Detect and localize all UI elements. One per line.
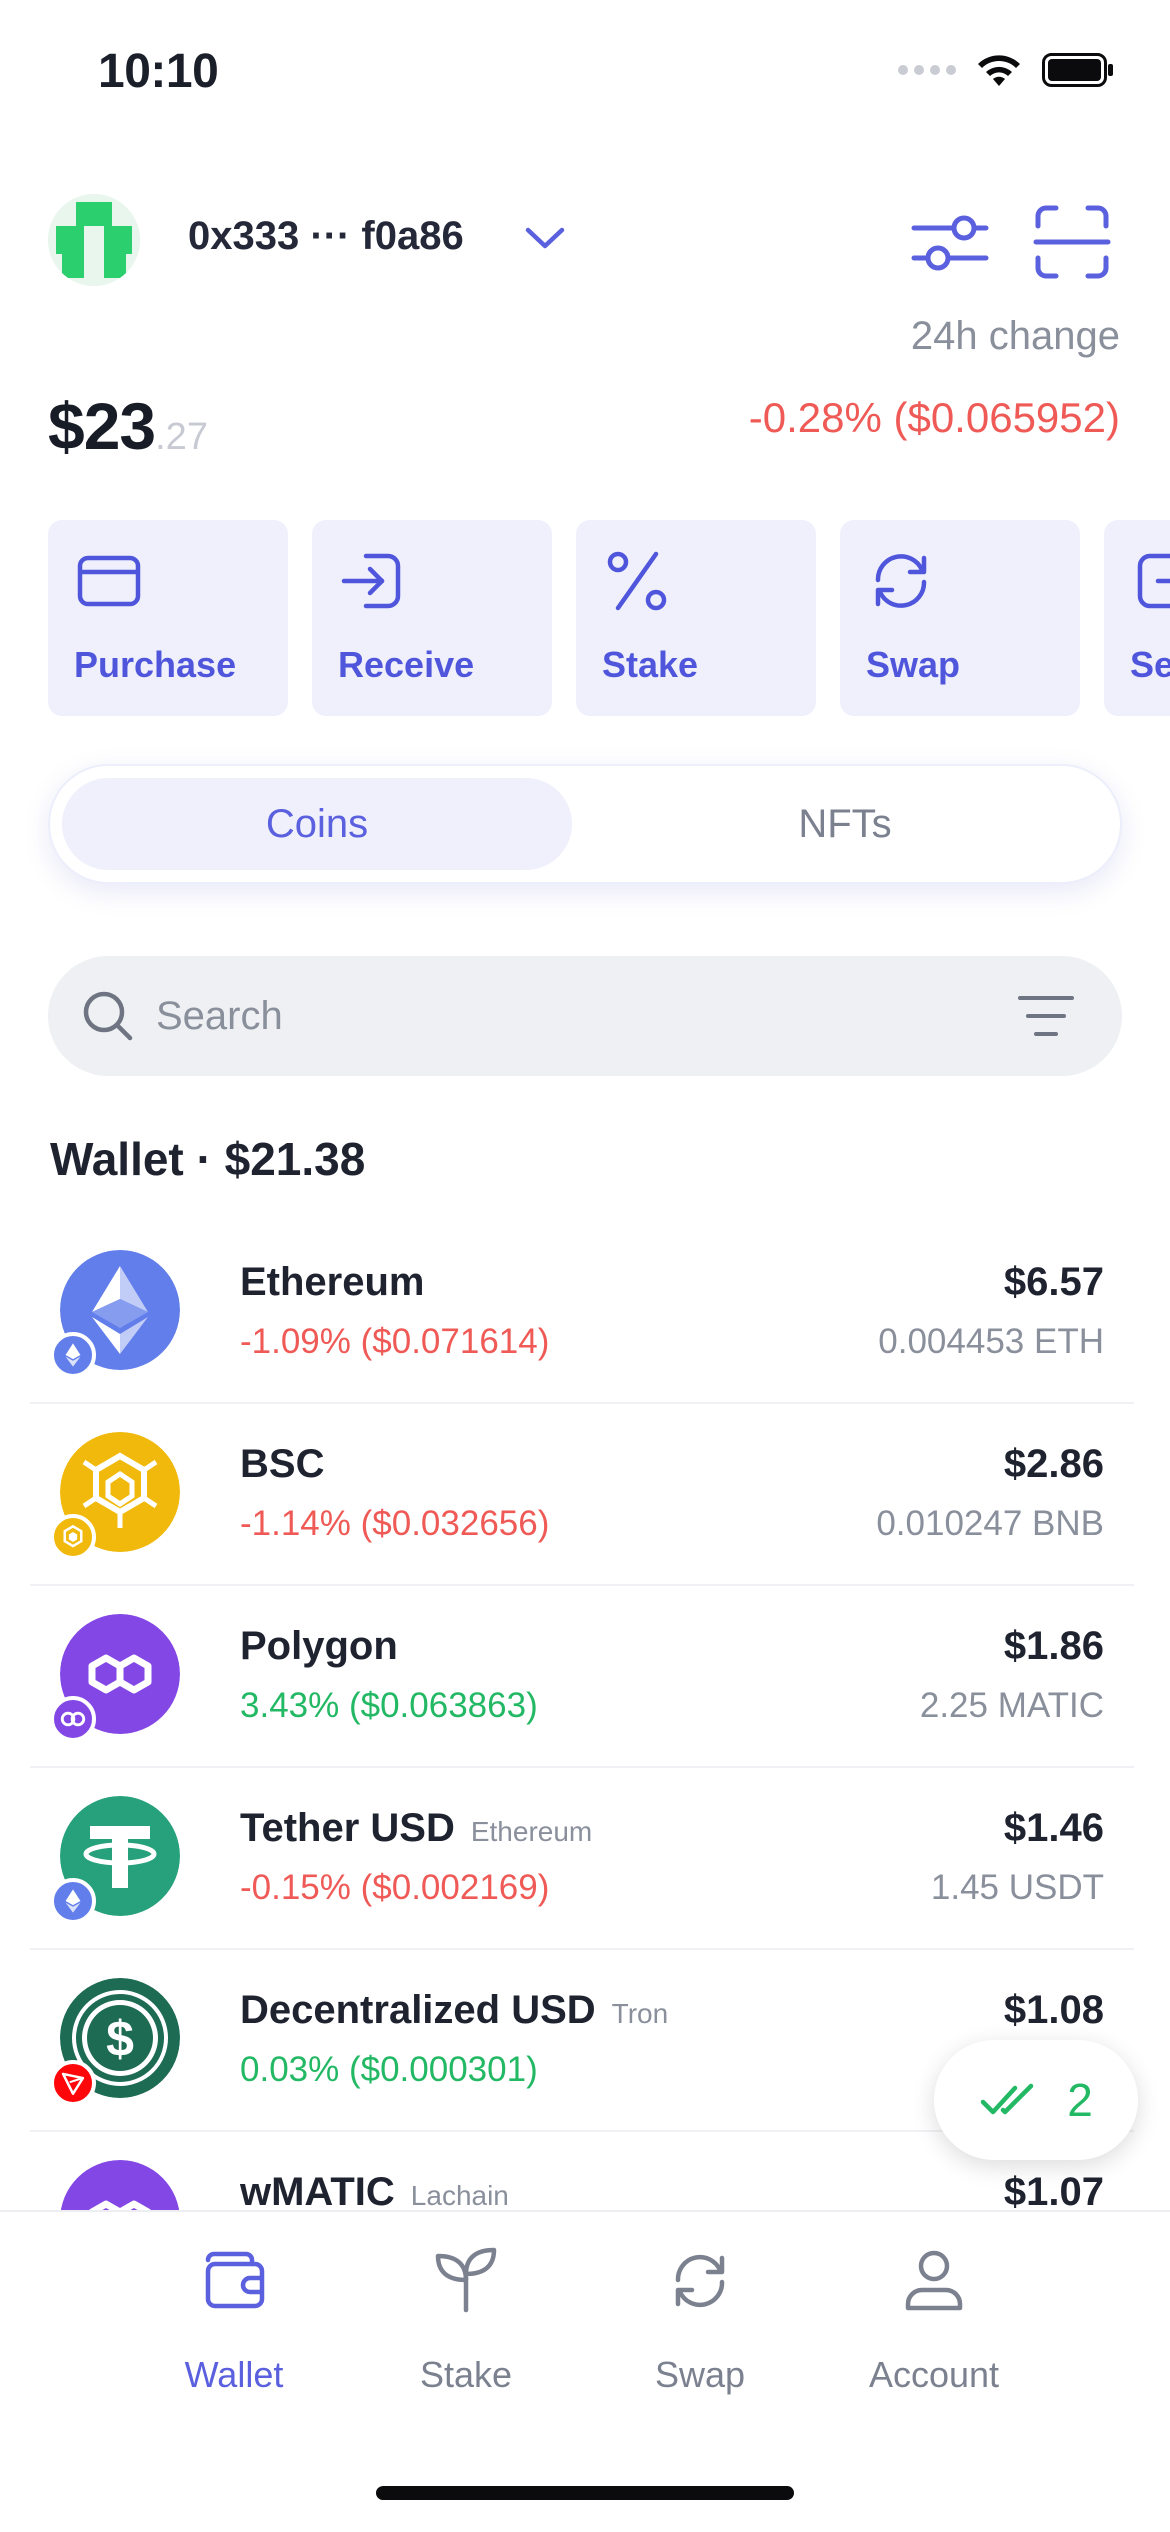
send-button[interactable]: Se: [1104, 520, 1170, 716]
cellular-signal-icon: [898, 65, 956, 75]
coin-amount: 1.45 USDT: [930, 1868, 1104, 1907]
search-bar[interactable]: [48, 956, 1122, 1076]
purchase-label: Purchase: [74, 644, 237, 685]
nav-wallet-label: Wallet: [184, 2354, 284, 2395]
list-item-ethereum[interactable]: Ethereum -1.09% ($0.071614) $6.57 0.0044…: [30, 1222, 1134, 1404]
home-indicator: [376, 2486, 794, 2500]
change-value: -0.28% ($0.065952): [748, 394, 1120, 441]
stake-label: Stake: [602, 644, 699, 685]
nav-account[interactable]: Account: [834, 2238, 1034, 2418]
ethereum-chain-badge-icon: [50, 1332, 96, 1378]
transaction-count: 2: [1067, 2074, 1093, 2126]
swap-icon: [875, 554, 927, 608]
avatar[interactable]: [48, 194, 140, 286]
wifi-icon: [978, 55, 1020, 86]
balance-cents: .27: [155, 416, 208, 458]
coin-change: 0.03% ($0.000301): [240, 2050, 538, 2089]
double-check-icon: [980, 2083, 1034, 2115]
coin-amount: 0.004453 ETH: [878, 1322, 1104, 1361]
ethereum-chain-badge-icon: [50, 1878, 96, 1924]
swap-icon: [675, 2254, 725, 2308]
wallet-icon: [205, 2251, 265, 2309]
coin-change: -0.15% ($0.002169): [240, 1868, 550, 1907]
coin-name: BSC: [240, 1442, 325, 1486]
status-bar: 10:10: [0, 0, 1170, 140]
sliders-icon: [911, 215, 989, 271]
asset-type-tabs: Coins NFTs: [48, 764, 1122, 884]
coin-name: wMATIC Lachain: [240, 2170, 509, 2210]
coin-change: -1.14% ($0.032656): [240, 1504, 550, 1543]
nav-account-label: Account: [868, 2354, 1000, 2395]
swap-button[interactable]: Swap: [840, 520, 1080, 716]
coin-value: $6.57: [1003, 1260, 1104, 1304]
receive-icon: [341, 553, 401, 609]
tab-coins[interactable]: Coins: [62, 778, 572, 870]
purchase-button[interactable]: Purchase: [48, 520, 288, 716]
coin-network: Ethereum: [470, 1816, 593, 1847]
coin-value: $1.86: [1003, 1624, 1104, 1668]
send-label: Se: [1130, 644, 1170, 685]
coin-amount: 2.25 MATIC: [919, 1686, 1104, 1725]
list-item-bsc[interactable]: BSC -1.14% ($0.032656) $2.86 0.010247 BN…: [30, 1404, 1134, 1586]
coin-network: Lachain: [410, 2180, 509, 2210]
total-balance: $23.27: [48, 388, 208, 464]
filter-icon[interactable]: [1016, 990, 1076, 1042]
status-time: 10:10: [98, 45, 219, 98]
wmatic-icon: [60, 2160, 180, 2210]
nav-swap-label: Swap: [654, 2354, 746, 2395]
scan-button[interactable]: [1030, 200, 1114, 284]
coin-value: $1.07: [1003, 2170, 1104, 2210]
receive-button[interactable]: Receive: [312, 520, 552, 716]
card-icon: [77, 555, 141, 607]
scan-icon: [1033, 205, 1111, 279]
polygon-chain-badge-icon: [50, 1696, 96, 1742]
person-icon: [905, 2250, 963, 2311]
coin-value: $1.46: [1003, 1806, 1104, 1850]
list-item-polygon[interactable]: Polygon 3.43% ($0.063863) $1.86 2.25 MAT…: [30, 1586, 1134, 1768]
wallet-address[interactable]: 0x333 ··· f0a86: [188, 214, 464, 259]
transactions-status-button[interactable]: 2: [934, 2040, 1138, 2160]
bnb-chain-badge-icon: [50, 1514, 96, 1560]
bottom-navigation: Wallet Stake Swap Account: [0, 2210, 1170, 2532]
nav-swap[interactable]: Swap: [600, 2238, 800, 2418]
wallet-section-title: Wallet · $21.38: [50, 1133, 366, 1185]
nav-wallet[interactable]: Wallet: [134, 2238, 334, 2418]
coin-name: Decentralized USD Tron: [240, 1988, 669, 2032]
coin-change: -1.09% ($0.071614): [240, 1322, 550, 1361]
search-input[interactable]: [156, 978, 956, 1054]
chevron-down-icon[interactable]: [520, 214, 570, 264]
coin-name: Ethereum: [240, 1260, 425, 1304]
coin-network: Tron: [611, 1998, 669, 2029]
search-icon: [83, 991, 133, 1041]
battery-icon: [1042, 53, 1113, 87]
coin-amount: 0.010247 BNB: [876, 1504, 1104, 1543]
identicon-icon: [48, 194, 140, 286]
svg-text:$: $: [106, 2011, 134, 2067]
status-icons: [898, 52, 1114, 88]
tron-chain-badge-icon: [50, 2060, 96, 2106]
coin-name: Tether USD Ethereum: [240, 1806, 593, 1850]
coin-change: 3.43% ($0.063863): [240, 1686, 538, 1725]
list-item-tether-usd[interactable]: Tether USD Ethereum -0.15% ($0.002169) $1…: [30, 1768, 1134, 1950]
settings-sliders-button[interactable]: [908, 200, 992, 284]
sprout-icon: [435, 2247, 497, 2313]
balance-main: $23: [48, 389, 156, 463]
coin-name: Polygon: [240, 1624, 398, 1668]
nav-stake-label: Stake: [419, 2354, 513, 2395]
receive-label: Receive: [338, 644, 475, 685]
stake-button[interactable]: Stake: [576, 520, 816, 716]
nav-stake[interactable]: Stake: [366, 2238, 566, 2418]
wallet-header: 0x333 ··· f0a86: [48, 190, 1122, 290]
change-label: 24h change: [910, 314, 1120, 358]
coin-value: $1.08: [1003, 1988, 1104, 2032]
tab-nfts[interactable]: NFTs: [590, 778, 1100, 870]
quick-actions: Purchase Receive Stake Swap Se: [48, 520, 1170, 716]
swap-label: Swap: [866, 644, 961, 685]
send-icon: [1137, 553, 1170, 609]
coin-value: $2.86: [1003, 1442, 1104, 1486]
percent-icon: [607, 551, 667, 611]
